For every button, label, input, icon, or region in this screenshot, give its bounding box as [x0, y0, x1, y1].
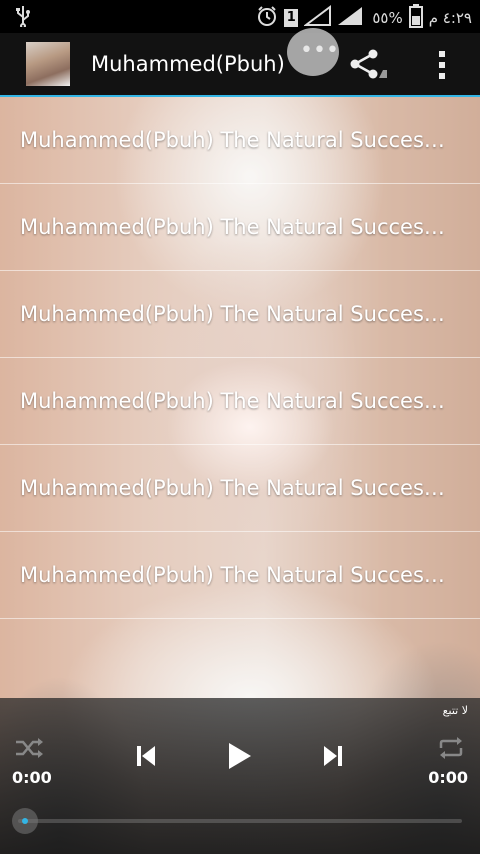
- status-time: ٤:٢٩ م: [428, 9, 472, 27]
- track-title: Muhammed(Pbuh) The Natural Successor to …: [20, 302, 450, 326]
- track-row[interactable]: Muhammed(Pbuh) The Natural Successor to …: [0, 97, 480, 184]
- seek-bar[interactable]: [12, 808, 462, 834]
- chat-dots: •••: [300, 38, 339, 63]
- usb-icon: [14, 5, 32, 31]
- track-title: Muhammed(Pbuh) The Natural Successor to …: [20, 563, 450, 587]
- track-list: Muhammed(Pbuh) The Natural Successor to …: [0, 97, 480, 619]
- alarm-icon: [256, 5, 278, 31]
- chat-icon[interactable]: •••: [287, 28, 339, 76]
- elapsed-time: 0:00: [12, 768, 52, 787]
- avatar[interactable]: [26, 42, 70, 86]
- track-title: Muhammed(Pbuh) The Natural Successor to …: [20, 128, 450, 152]
- play-icon[interactable]: [228, 742, 252, 774]
- track-title: Muhammed(Pbuh) The Natural Successor to …: [20, 389, 450, 413]
- player-panel: لا تتبع 0:00 0:00: [0, 698, 480, 854]
- shuffle-icon[interactable]: [14, 736, 44, 764]
- track-row[interactable]: Muhammed(Pbuh) The Natural Successor to …: [0, 184, 480, 271]
- app-title: Muhammed(Pbuh): [91, 52, 285, 76]
- track-row[interactable]: Muhammed(Pbuh) The Natural Successor to …: [0, 271, 480, 358]
- status-bar: 1 ٥٥% ٤:٢٩ م: [0, 0, 480, 33]
- track-row[interactable]: Muhammed(Pbuh) The Natural Successor to …: [0, 358, 480, 445]
- next-icon[interactable]: [323, 745, 343, 771]
- action-bar: Muhammed(Pbuh): [0, 33, 480, 97]
- duration-time: 0:00: [428, 768, 468, 787]
- seek-thumb[interactable]: [12, 808, 38, 834]
- track-row[interactable]: Muhammed(Pbuh) The Natural Successor to …: [0, 532, 480, 619]
- overflow-menu-icon[interactable]: [437, 50, 447, 84]
- battery-icon: [408, 4, 423, 32]
- follow-toggle-label[interactable]: لا تتبع: [443, 704, 468, 717]
- previous-icon[interactable]: [136, 745, 156, 771]
- battery-percent: ٥٥%: [372, 9, 403, 27]
- repeat-icon[interactable]: [437, 736, 465, 764]
- share-icon[interactable]: [349, 48, 387, 84]
- track-title: Muhammed(Pbuh) The Natural Successor to …: [20, 476, 450, 500]
- track-row[interactable]: Muhammed(Pbuh) The Natural Successor to …: [0, 445, 480, 532]
- notification-badge: 1: [284, 9, 299, 27]
- track-title: Muhammed(Pbuh) The Natural Successor to …: [20, 215, 450, 239]
